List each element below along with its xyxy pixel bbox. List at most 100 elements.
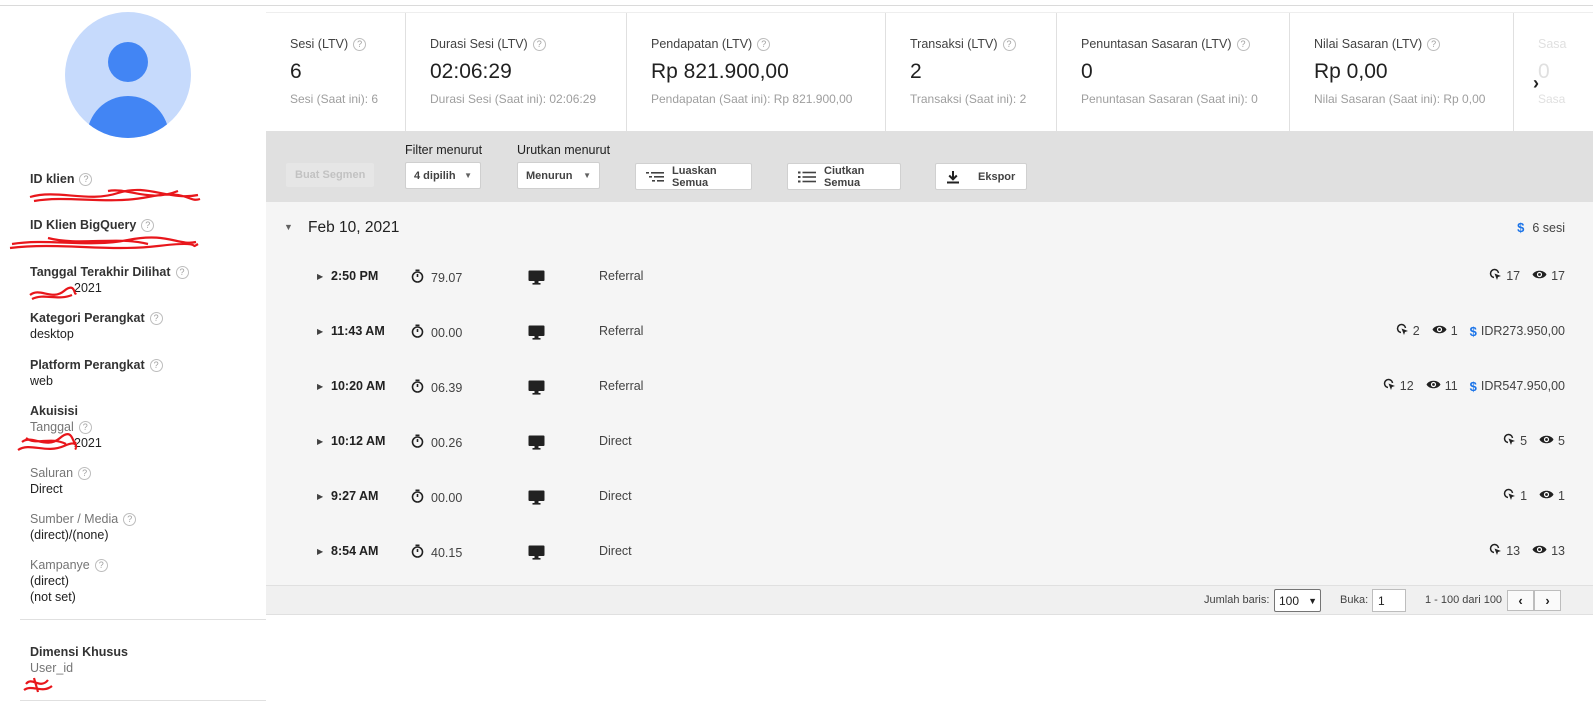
stopwatch-icon: [411, 379, 431, 396]
filter-dropdown[interactable]: 4 dipilih ▼: [405, 162, 481, 189]
expand-caret-icon[interactable]: ▶: [317, 272, 323, 281]
hit-cursor-icon: [1503, 488, 1520, 504]
stopwatch-icon: [411, 324, 431, 341]
campaign-label: Kampanye: [30, 558, 90, 572]
hits-metric: 13: [1489, 543, 1520, 559]
create-segment-button[interactable]: Buat Segmen: [286, 163, 375, 187]
help-icon[interactable]: ?: [175, 265, 189, 279]
session-duration: 00.26: [431, 435, 463, 450]
expand-all-button[interactable]: Luaskan Semua: [635, 163, 752, 190]
session-duration: 40.15: [431, 545, 463, 560]
device-category-label: Kategori Perangkat: [30, 311, 145, 325]
help-icon[interactable]: ?: [94, 558, 108, 572]
hits-metric: 1: [1503, 488, 1527, 504]
next-cards-arrow-icon[interactable]: ›: [1533, 73, 1539, 94]
expand-caret-icon[interactable]: ▶: [317, 382, 323, 391]
session-row[interactable]: ▶ 2:50 PM 79.07 Referral 17 17: [266, 250, 1593, 305]
export-button[interactable]: Ekspor: [935, 163, 1027, 190]
card-sub: Durasi Sesi (Saat ini): 02:06:29: [430, 92, 597, 106]
hits-metric: 5: [1503, 433, 1527, 449]
eye-icon: [1532, 544, 1551, 558]
session-row[interactable]: ▶ 11:43 AM 00.00 Referral 2 1 $ IDR273.950,00: [266, 305, 1593, 360]
help-icon[interactable]: ?: [1002, 37, 1016, 51]
acquisition-label: Akuisisi: [30, 404, 78, 418]
source-medium-label: Sumber / Media: [30, 512, 119, 526]
user-sidebar: ID klien? ID Klien BigQuery? Tanggal Ter…: [0, 6, 266, 721]
help-icon[interactable]: ?: [149, 311, 163, 325]
date-group-header[interactable]: ▼ Feb 10, 2021 $6 sesi: [266, 202, 1593, 252]
rows-per-page-label: Jumlah baris:: [1204, 594, 1270, 606]
expand-caret-icon[interactable]: ▶: [317, 327, 323, 336]
help-icon[interactable]: ?: [532, 37, 546, 51]
card-value: 0: [1538, 60, 1550, 83]
session-row[interactable]: ▶ 10:12 AM 00.26 Direct 5 5: [266, 415, 1593, 470]
card-value: 6: [290, 60, 302, 83]
help-icon[interactable]: ?: [1427, 37, 1441, 51]
goto-page-input[interactable]: 1: [1372, 589, 1406, 612]
help-icon[interactable]: ?: [78, 420, 92, 434]
session-time: 10:20 AM: [331, 379, 386, 393]
session-metrics: 55: [1493, 433, 1565, 449]
download-icon: [946, 170, 960, 184]
session-row[interactable]: ▶ 9:27 AM 00.00 Direct 1 1: [266, 470, 1593, 525]
collapse-caret-icon[interactable]: ▼: [284, 222, 293, 232]
sort-dropdown[interactable]: Menurun ▼: [517, 162, 600, 189]
acquisition-date-value: 2021: [74, 436, 102, 450]
collapse-all-button[interactable]: Ciutkan Semua: [787, 163, 901, 190]
expand-caret-icon[interactable]: ▶: [317, 437, 323, 446]
card-label: Nilai Sasaran (LTV): [1314, 37, 1423, 51]
help-icon[interactable]: ?: [141, 218, 155, 232]
prev-page-button[interactable]: ‹: [1507, 590, 1534, 611]
sessions-list: ▼ Feb 10, 2021 $6 sesi ▶ 2:50 PM 79.07 Refe…: [266, 202, 1593, 585]
rows-per-page-select[interactable]: 100 ▼: [1274, 589, 1321, 612]
client-id-label: ID klien: [30, 172, 75, 186]
help-icon[interactable]: ?: [123, 512, 137, 526]
section-divider: [20, 700, 266, 701]
expand-caret-icon[interactable]: ▶: [317, 492, 323, 501]
sort-value: Menurun: [526, 169, 573, 182]
hit-cursor-icon: [1383, 378, 1400, 394]
source-medium-value: (direct)/(none): [30, 528, 109, 542]
help-icon[interactable]: ?: [78, 466, 92, 480]
card-sub: Pendapatan (Saat ini): Rp 821.900,00: [651, 92, 853, 106]
chevron-left-icon: ‹: [1518, 593, 1523, 608]
card-transactions: Transaksi (LTV)? 2 Transaksi (Saat ini):…: [886, 13, 1057, 131]
campaign-value: (direct): [30, 574, 69, 588]
export-label: Ekspor: [978, 170, 1016, 183]
filter-label: Filter menurut: [405, 143, 483, 157]
help-icon[interactable]: ?: [353, 37, 367, 51]
hits-count: 13: [1506, 544, 1521, 558]
last-seen-field: Tanggal Terakhir Dilihat? 2021: [30, 264, 260, 296]
dollar-icon: $: [1517, 220, 1525, 235]
filter-value: 4 dipilih: [414, 169, 456, 182]
card-sub: Penuntasan Sasaran (Saat ini): 0: [1081, 92, 1258, 106]
session-time: 11:43 AM: [331, 324, 385, 338]
next-page-button[interactable]: ›: [1534, 590, 1561, 611]
dollar-icon: $: [1469, 378, 1477, 394]
views-count: 1: [1558, 489, 1565, 503]
device-platform-value: web: [30, 374, 53, 388]
expand-caret-icon[interactable]: ▶: [317, 547, 323, 556]
custom-dimensions-field: Dimensi Khusus User_id: [30, 644, 260, 676]
desktop-icon: [528, 270, 545, 290]
card-sub: Transaksi (Saat ini): 2: [910, 92, 1027, 106]
help-icon[interactable]: ?: [757, 37, 771, 51]
stopwatch-icon: [411, 544, 431, 561]
session-channel: Referral: [599, 269, 644, 283]
help-icon[interactable]: ?: [79, 172, 93, 186]
card-value: 2: [910, 60, 922, 83]
session-row[interactable]: ▶ 8:54 AM 40.15 Direct 13 13: [266, 525, 1593, 580]
last-seen-value: 2021: [74, 281, 102, 295]
help-icon[interactable]: ?: [1236, 37, 1250, 51]
session-time: 2:50 PM: [331, 269, 379, 283]
stopwatch-icon: [411, 489, 431, 506]
session-row[interactable]: ▶ 10:20 AM 06.39 Referral 12 11 $ IDR547.950,00: [266, 360, 1593, 415]
session-channel: Referral: [599, 324, 644, 338]
last-seen-label: Tanggal Terakhir Dilihat: [30, 265, 171, 279]
help-icon[interactable]: ?: [149, 358, 163, 372]
goto-page-label: Buka:: [1340, 594, 1369, 606]
revenue-value: IDR273.950,00: [1480, 324, 1565, 338]
views-metric: 17: [1532, 269, 1565, 283]
toolbar: Buat Segmen Filter menurut 4 dipilih ▼ U…: [266, 131, 1593, 202]
views-count: 11: [1444, 379, 1458, 393]
